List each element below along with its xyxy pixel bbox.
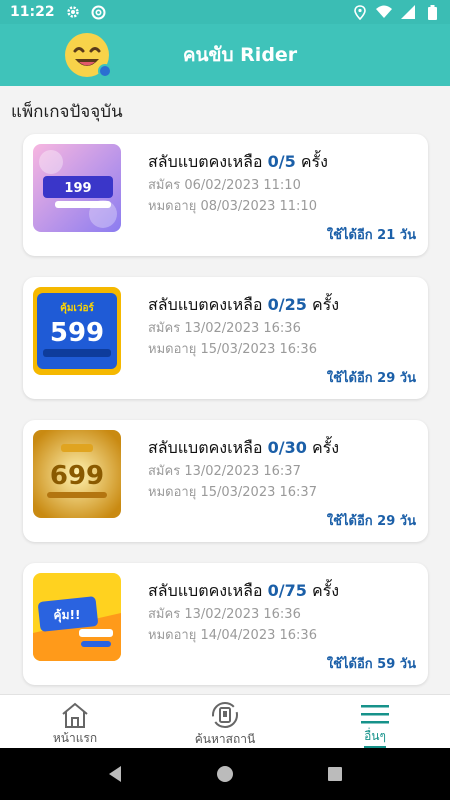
recents-icon[interactable]	[323, 762, 347, 786]
package-count: 0/75	[267, 581, 307, 600]
package-count-line: สลับแบตคงเหลือ 0/25 ครั้ง	[148, 295, 340, 314]
package-count: 0/25	[267, 295, 307, 314]
package-subscribed-date: สมัคร 13/02/2023 16:36	[148, 321, 301, 336]
wifi-icon	[376, 4, 392, 20]
package-thumbnail-599: คุ้มเว่อร์ 599	[33, 287, 121, 375]
package-subscribed-date: สมัคร 06/02/2023 11:10	[148, 178, 301, 193]
package-days-remaining: ใช้ได้อีก 59 วัน	[326, 657, 416, 672]
package-count-line: สลับแบตคงเหลือ 0/30 ครั้ง	[148, 438, 340, 457]
svg-text:599: 599	[50, 318, 104, 348]
home-button-icon[interactable]	[213, 762, 237, 786]
nav-home[interactable]: หน้าแรก	[0, 695, 150, 748]
package-days-remaining: ใช้ได้อีก 21 วัน	[326, 228, 416, 243]
location-icon	[352, 4, 368, 20]
package-expiry-date: หมดอายุ 15/03/2023 16:37	[148, 485, 317, 500]
package-subscribed-date: สมัคร 13/02/2023 16:37	[148, 464, 301, 479]
status-time: 11:22	[10, 4, 55, 20]
menu-icon	[359, 700, 391, 727]
status-bar: 11:22	[0, 0, 450, 24]
nav-home-label: หน้าแรก	[52, 731, 98, 745]
at-icon	[91, 4, 107, 20]
package-expiry-date: หมดอายุ 15/03/2023 16:36	[148, 342, 317, 357]
app-bar: คนขับ Rider	[0, 24, 450, 86]
system-navigation-bar	[0, 748, 450, 800]
nav-station-search-label: ค้นหาสถานี	[194, 732, 256, 746]
svg-text:699: 699	[50, 461, 104, 491]
app-title: คนขับ Rider	[182, 44, 298, 66]
bottom-navigation: หน้าแรก ค้นหาสถานี อื่นๆ	[0, 694, 450, 748]
package-count: 0/5	[267, 152, 296, 171]
package-subscribed-date: สมัคร 13/02/2023 16:36	[148, 607, 301, 622]
package-card[interactable]: 699 สลับแบตคงเหลือ 0/30 ครั้ง สมัคร 13/0…	[23, 420, 428, 542]
package-days-remaining: ใช้ได้อีก 29 วัน	[326, 514, 416, 529]
svg-text:199: 199	[64, 181, 91, 196]
package-card[interactable]: 199 สลับแบตคงเหลือ 0/5 ครั้ง สมัคร 06/02…	[23, 134, 428, 256]
package-expiry-date: หมดอายุ 08/03/2023 11:10	[148, 199, 317, 214]
package-thumbnail-199: 199	[33, 144, 121, 232]
signal-icon	[400, 4, 416, 20]
battery-icon	[424, 4, 440, 20]
package-days-remaining: ใช้ได้อีก 29 วัน	[326, 371, 416, 386]
package-card[interactable]: คุ้ม!! สลับแบตคงเหลือ 0/75 ครั้ง สมัคร 1…	[23, 563, 428, 685]
station-search-icon	[209, 700, 241, 730]
back-icon[interactable]	[103, 762, 127, 786]
gear-icon	[65, 4, 81, 20]
package-thumbnail-value: คุ้ม!!	[33, 573, 121, 661]
package-count-line: สลับแบตคงเหลือ 0/75 ครั้ง	[148, 581, 340, 600]
nav-station-search[interactable]: ค้นหาสถานี	[150, 695, 300, 748]
nav-more[interactable]: อื่นๆ	[300, 695, 450, 748]
package-count-line: สลับแบตคงเหลือ 0/5 ครั้ง	[148, 152, 328, 171]
package-card[interactable]: คุ้มเว่อร์ 599 สลับแบตคงเหลือ 0/25 ครั้ง…	[23, 277, 428, 399]
home-icon	[59, 700, 91, 729]
package-thumbnail-699: 699	[33, 430, 121, 518]
svg-text:คุ้มเว่อร์: คุ้มเว่อร์	[60, 302, 94, 314]
nav-more-label: อื่นๆ	[364, 727, 386, 748]
section-title: แพ็กเกจปัจจุบัน	[11, 102, 123, 122]
package-count: 0/30	[267, 438, 307, 457]
package-expiry-date: หมดอายุ 14/04/2023 16:36	[148, 628, 317, 643]
svg-text:คุ้ม!!: คุ้ม!!	[54, 608, 81, 623]
